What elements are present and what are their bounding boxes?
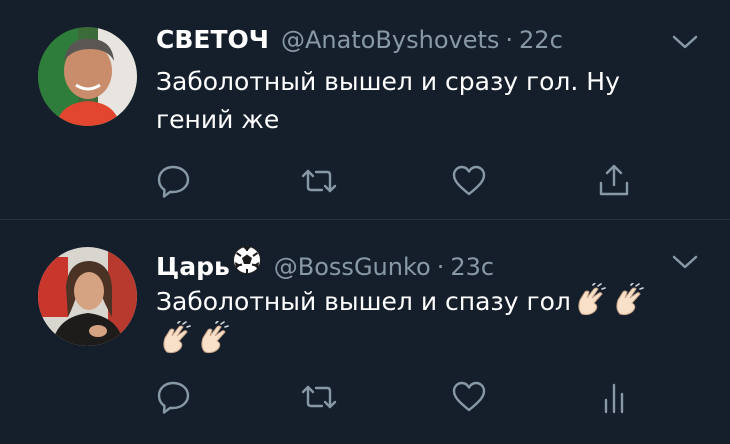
clapping-hands-icon	[158, 321, 192, 355]
username[interactable]: @AnatoByshovets	[281, 26, 499, 54]
timeline: СВЕТОЧ @AnatoByshovets · 22с Заболотный …	[0, 0, 730, 444]
retweet-icon[interactable]	[301, 163, 337, 199]
username[interactable]: @BossGunko	[274, 253, 431, 281]
like-icon[interactable]	[451, 163, 487, 199]
action-bar	[156, 163, 646, 199]
like-icon[interactable]	[451, 379, 487, 415]
retweet-icon[interactable]	[301, 379, 337, 415]
avatar[interactable]	[38, 247, 137, 346]
tweet-header: Царь @BossGunko · 23с	[156, 245, 494, 281]
timestamp[interactable]: 22с	[519, 26, 563, 54]
tweet-header: СВЕТОЧ @AnatoByshovets · 22с	[156, 25, 563, 59]
action-bar	[156, 379, 646, 415]
separator: ·	[436, 253, 445, 281]
tweet-text: Заболотный вышел и спазу гол	[156, 283, 696, 359]
timestamp[interactable]: 23с	[450, 253, 494, 281]
chevron-down-icon[interactable]	[670, 32, 700, 52]
reply-icon[interactable]	[156, 163, 192, 199]
separator: ·	[505, 26, 514, 54]
clapping-hands-icon	[611, 283, 645, 317]
clapping-hands-icon	[196, 321, 230, 355]
tweet-text-content: Заболотный вышел и спазу гол	[156, 287, 571, 316]
share-icon[interactable]	[596, 163, 632, 199]
soccer-ball-icon	[232, 245, 262, 275]
chevron-down-icon[interactable]	[670, 252, 700, 272]
avatar[interactable]	[38, 27, 137, 126]
tweet[interactable]: Царь @BossGunko · 23с Заболотный вышел и…	[0, 220, 730, 444]
display-name[interactable]: Царь	[156, 252, 230, 281]
display-name[interactable]: СВЕТОЧ	[156, 25, 269, 54]
analytics-icon[interactable]	[596, 379, 632, 415]
tweet[interactable]: СВЕТОЧ @AnatoByshovets · 22с Заболотный …	[0, 0, 730, 219]
clapping-hands-icon	[573, 283, 607, 317]
reply-icon[interactable]	[156, 379, 192, 415]
tweet-text: Заболотный вышел и сразу гол. Ну гений ж…	[156, 67, 620, 134]
